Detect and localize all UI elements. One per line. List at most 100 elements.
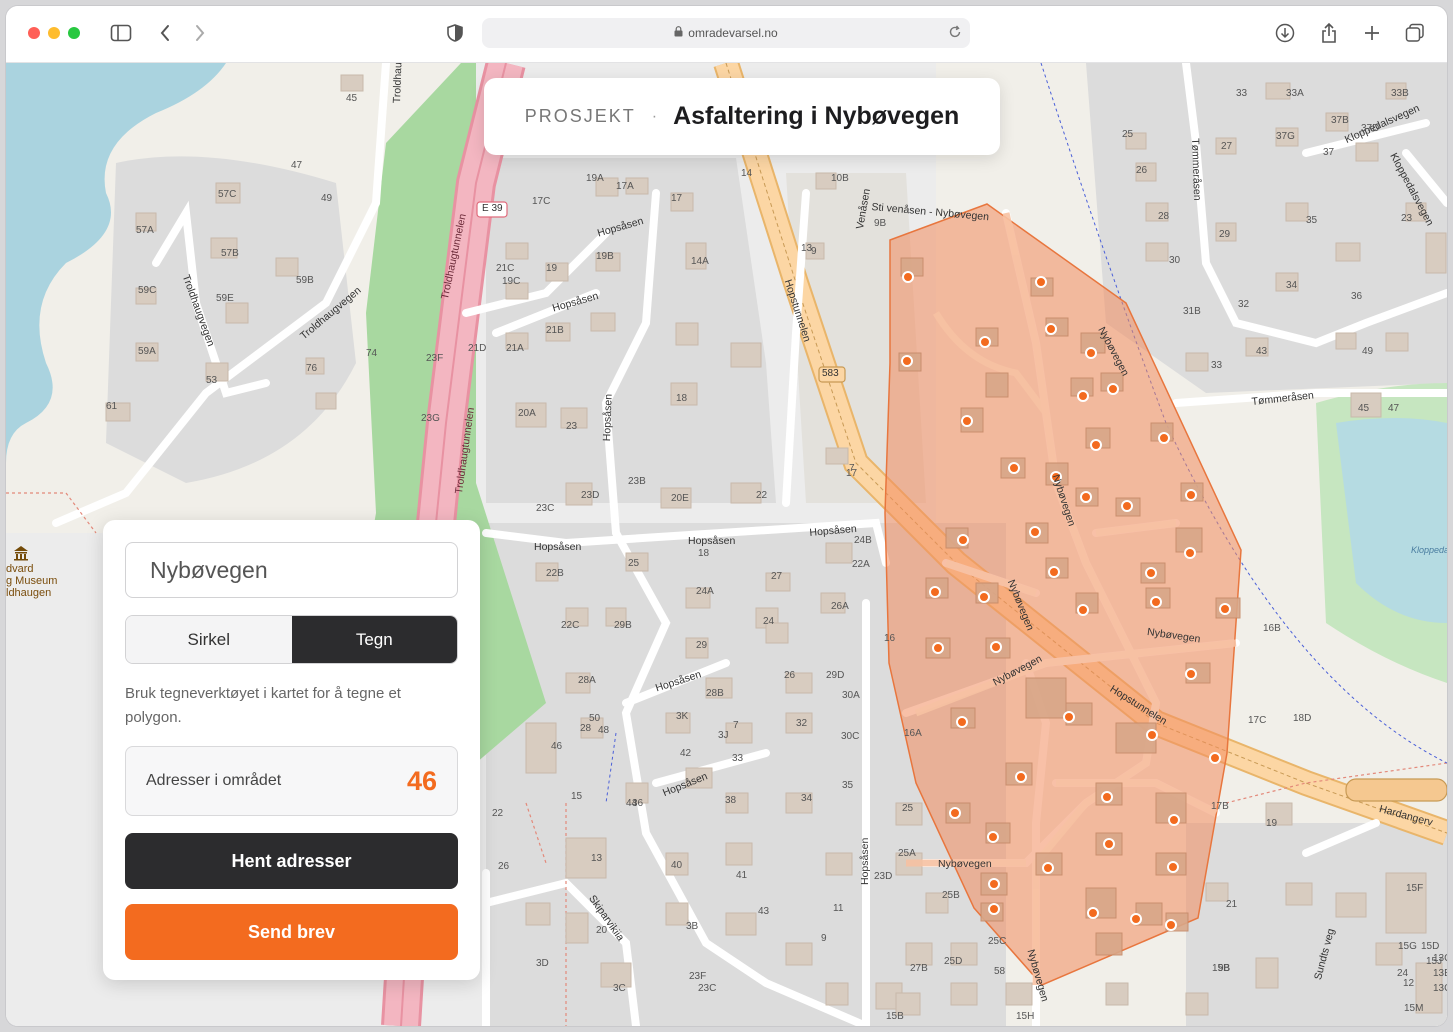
house-number-label: 15G — [1398, 941, 1417, 952]
house-number-label: 23D — [874, 871, 893, 882]
house-number-label: 33 — [1236, 88, 1248, 99]
house-number-label: 11 — [833, 903, 844, 914]
house-number-label: 7 — [733, 720, 739, 731]
house-number-label: 33A — [1286, 88, 1304, 99]
house-number-label: 57B — [221, 248, 239, 259]
zoom-window-button[interactable] — [68, 27, 80, 39]
house-number-label: 25 — [902, 803, 914, 814]
house-number-label: 17 — [671, 193, 683, 204]
house-number-label: 17 — [846, 468, 858, 479]
house-number-label: 24 — [763, 616, 775, 627]
house-number-label: 15F — [1406, 883, 1424, 894]
house-number-label: 25A — [898, 848, 916, 859]
house-number-label: 26 — [1136, 165, 1148, 176]
road-label: Tømmeråsen — [1189, 138, 1204, 201]
house-number-label: 43 — [1256, 346, 1268, 357]
house-number-label: 30 — [1169, 255, 1181, 266]
house-number-label: 28 — [1158, 211, 1170, 222]
house-number-label: 34 — [801, 793, 813, 804]
privacy-shield-icon[interactable] — [444, 22, 466, 44]
tab-overview-icon[interactable] — [1404, 22, 1426, 44]
house-number-label: 24B — [854, 535, 872, 546]
project-title-card: PROSJEKT · Asfaltering i Nybøvegen — [484, 78, 1000, 155]
house-number-label: 16A — [904, 728, 922, 739]
house-number-label: 22 — [756, 490, 768, 501]
mode-option-tegn[interactable]: Tegn — [291, 616, 457, 663]
house-number-label: 9B — [874, 218, 887, 229]
house-number-label: 23 — [1401, 213, 1413, 224]
area-control-panel: Sirkel Tegn Bruk tegneverktøyet i kartet… — [103, 520, 480, 980]
browser-window: omradevarsel.no E 39 583 Troldhaugvegen … — [6, 6, 1447, 1026]
close-window-button[interactable] — [28, 27, 40, 39]
house-number-label: 3B — [686, 921, 699, 932]
house-number-label: 46 — [551, 741, 563, 752]
house-number-label: 18D — [1293, 713, 1312, 724]
house-number-label: 17C — [1248, 715, 1267, 726]
house-number-label: 22B — [546, 568, 564, 579]
house-number-label: 22 — [492, 808, 504, 819]
new-tab-icon[interactable] — [1361, 22, 1383, 44]
house-number-label: 20A — [518, 408, 536, 419]
museum-label-line: dvard — [6, 563, 34, 575]
house-number-label: 59B — [296, 275, 314, 286]
house-number-label: 41 — [736, 870, 748, 881]
back-icon[interactable] — [154, 22, 176, 44]
house-number-label: 22C — [561, 620, 580, 631]
house-number-label: 32 — [1238, 299, 1250, 310]
house-number-label: 30A — [842, 690, 860, 701]
house-number-label: 37G — [1276, 131, 1295, 142]
house-number-label: 45 — [346, 93, 358, 104]
house-number-label: 21C — [496, 263, 515, 274]
house-number-label: 47 — [291, 160, 303, 171]
house-number-label: 25C — [988, 936, 1007, 947]
lock-icon — [674, 26, 683, 40]
house-number-label: 3J — [718, 730, 729, 741]
house-number-label: 23F — [689, 971, 707, 982]
house-number-label: 28 — [580, 723, 592, 734]
house-number-label: 3C — [613, 983, 626, 994]
house-number-label: 23C — [698, 983, 717, 994]
house-number-label: 59A — [138, 346, 156, 357]
house-number-label: 29B — [614, 620, 632, 631]
house-number-label: 15D — [1421, 941, 1440, 952]
house-number-label: 13 — [591, 853, 603, 864]
house-number-label: 38 — [725, 795, 737, 806]
house-number-label: 36 — [632, 798, 644, 809]
forward-icon[interactable] — [189, 22, 211, 44]
house-number-label: 49 — [1362, 346, 1374, 357]
draw-hint-text: Bruk tegneverktøyet i kartet for å tegne… — [125, 685, 401, 726]
download-icon[interactable] — [1274, 22, 1296, 44]
house-number-label: 24A — [696, 586, 714, 597]
address-search-input[interactable] — [125, 542, 458, 598]
house-number-label: 42 — [680, 748, 692, 759]
browser-toolbar: omradevarsel.no — [6, 6, 1447, 63]
house-number-label: 23B — [628, 476, 646, 487]
house-number-label: 23 — [566, 421, 578, 432]
sidebar-toggle-icon[interactable] — [110, 22, 132, 44]
house-number-label: 32 — [796, 718, 808, 729]
house-number-label: 19C — [502, 276, 521, 287]
house-number-label: 59E — [216, 293, 234, 304]
house-number-label: 16B — [1263, 623, 1281, 634]
road-label: Nybøvegen — [938, 858, 992, 870]
share-icon[interactable] — [1318, 22, 1340, 44]
house-number-label: 33 — [1211, 360, 1223, 371]
house-number-label: 3D — [536, 958, 549, 969]
house-number-label: 19A — [586, 173, 604, 184]
house-number-label: 29 — [696, 640, 708, 651]
minimize-window-button[interactable] — [48, 27, 60, 39]
house-number-label: 17C — [532, 196, 551, 207]
house-number-label: 74 — [366, 348, 378, 359]
map-canvas[interactable]: E 39 583 Troldhaugvegen Troldhaugvegen T… — [6, 63, 1447, 1026]
mode-option-sirkel[interactable]: Sirkel — [126, 616, 292, 663]
house-number-label: 14A — [691, 256, 709, 267]
address-bar[interactable]: omradevarsel.no — [482, 18, 970, 48]
house-number-label: 40 — [671, 860, 683, 871]
reload-icon[interactable] — [948, 25, 962, 42]
fetch-addresses-button[interactable]: Hent adresser — [125, 833, 458, 889]
house-number-label: 49 — [321, 193, 333, 204]
project-label: PROSJEKT — [524, 106, 636, 126]
road-label: Hopsåsen — [601, 393, 615, 442]
send-letter-button[interactable]: Send brev — [125, 904, 458, 960]
house-number-label: 14 — [741, 168, 753, 179]
